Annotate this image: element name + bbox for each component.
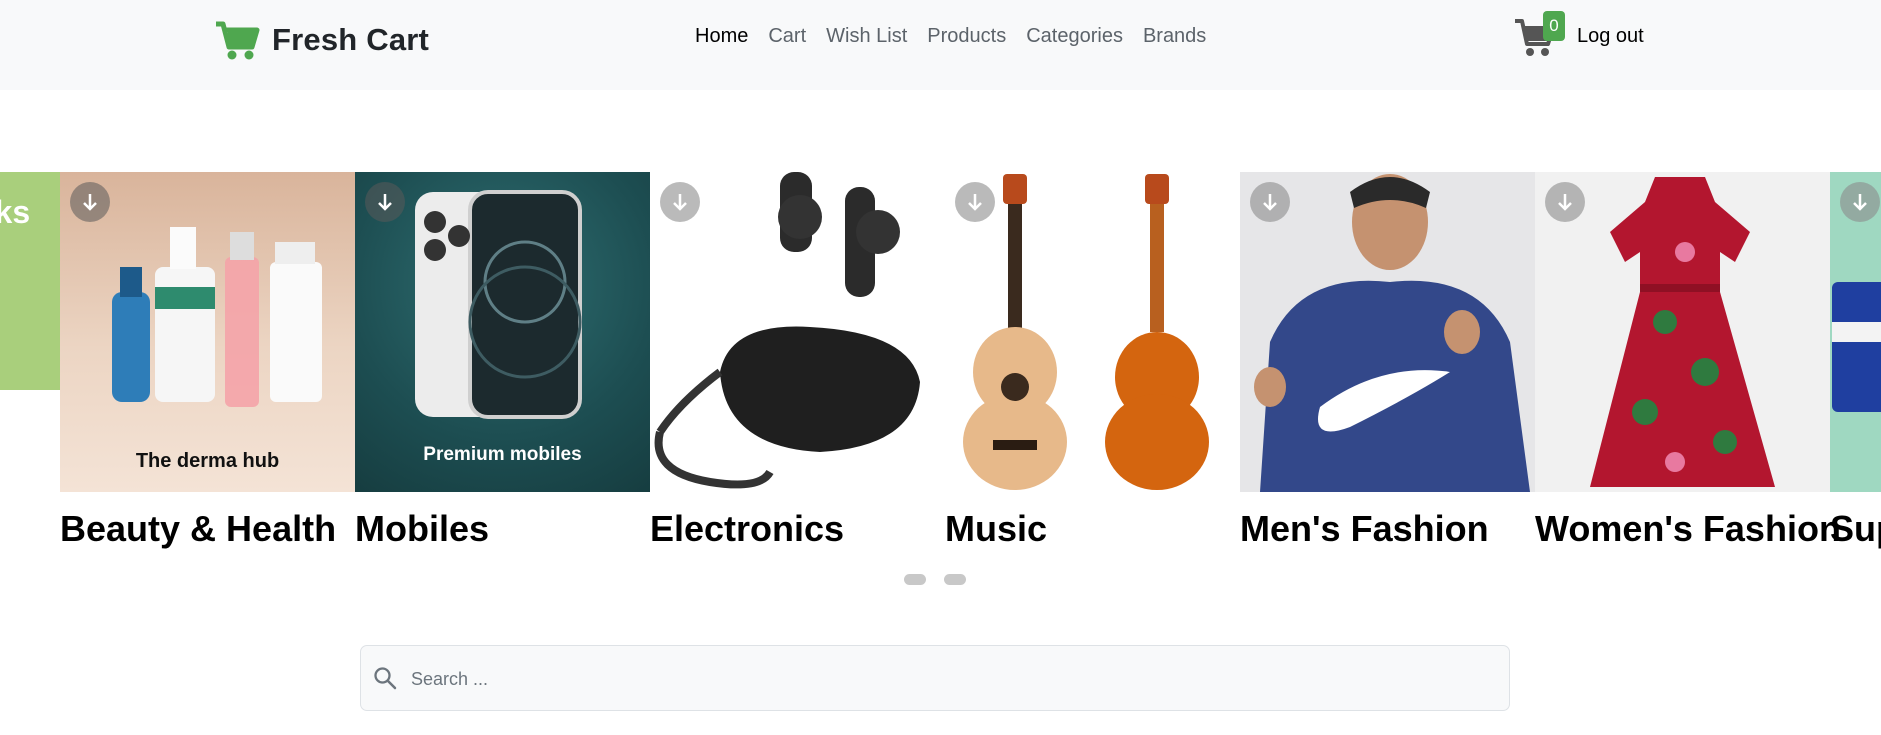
arrow-down-icon: [378, 194, 392, 211]
search-bar: [360, 645, 1510, 711]
image-caption: The derma hub: [135, 450, 280, 472]
download-button[interactable]: [660, 182, 700, 222]
navbar: Fresh Cart Home Cart Wish List Products …: [0, 0, 1881, 90]
nav-brands[interactable]: Brands: [1143, 25, 1206, 48]
category-image: [650, 172, 945, 492]
dress-illustration: [1590, 177, 1775, 487]
slider-dot-1[interactable]: [904, 574, 926, 585]
download-button[interactable]: [1250, 182, 1290, 222]
download-button[interactable]: [1545, 182, 1585, 222]
skincare-products-illustration: [112, 227, 322, 407]
arrow-down-icon: [83, 194, 97, 211]
earbuds-illustration: [654, 172, 920, 489]
cart-logo-icon: [216, 21, 260, 60]
category-image: [1535, 172, 1830, 492]
slider-dot-2[interactable]: [944, 574, 966, 585]
main-nav: Home Cart Wish List Products Categories …: [695, 25, 1226, 48]
nav-home[interactable]: Home: [695, 25, 748, 48]
search-input[interactable]: [409, 658, 1493, 700]
category-slider[interactable]: oks The derma hub Beauty & Health: [0, 172, 1881, 562]
arrow-down-icon: [968, 194, 982, 211]
nav-products[interactable]: Products: [927, 25, 1006, 48]
search-icon: [373, 666, 397, 695]
nav-wish-list[interactable]: Wish List: [826, 25, 907, 48]
category-image: The derma hub: [60, 172, 355, 492]
nav-cart[interactable]: Cart: [768, 25, 806, 48]
slider-pagination: [904, 574, 984, 585]
brand-logo[interactable]: Fresh Cart: [214, 19, 429, 61]
category-title[interactable]: Women's Fashion: [1535, 508, 1841, 550]
category-image: Premium mobiles: [355, 172, 650, 492]
category-title[interactable]: Sup: [1830, 508, 1881, 550]
arrow-down-icon: [1263, 194, 1277, 211]
download-button[interactable]: [70, 182, 110, 222]
category-image: [945, 172, 1240, 492]
category-title[interactable]: Music: [945, 508, 1047, 550]
download-button[interactable]: [1840, 182, 1880, 222]
logout-link[interactable]: Log out: [1577, 25, 1644, 48]
download-button[interactable]: [365, 182, 405, 222]
cart-count-badge: 0: [1543, 11, 1565, 41]
nav-categories[interactable]: Categories: [1026, 25, 1123, 48]
hoodie-man-illustration: [1254, 174, 1530, 492]
slide-image: oks: [0, 172, 60, 390]
category-title[interactable]: Mobiles: [355, 508, 489, 550]
guitars-illustration: [963, 174, 1209, 490]
category-image: [1830, 172, 1881, 492]
category-image: [1240, 172, 1535, 492]
category-title[interactable]: Electronics: [650, 508, 844, 550]
category-title[interactable]: Men's Fashion: [1240, 508, 1489, 550]
download-button[interactable]: [955, 182, 995, 222]
category-title[interactable]: Beauty & Health: [60, 508, 336, 550]
cart-button[interactable]: 0: [1514, 11, 1565, 62]
prev-slide-text: oks: [0, 194, 31, 230]
image-caption: Premium mobiles: [423, 444, 582, 465]
arrow-down-icon: [1853, 194, 1867, 211]
arrow-down-icon: [1558, 194, 1572, 211]
brand-name: Fresh Cart: [272, 22, 430, 57]
arrow-down-icon: [673, 194, 687, 211]
